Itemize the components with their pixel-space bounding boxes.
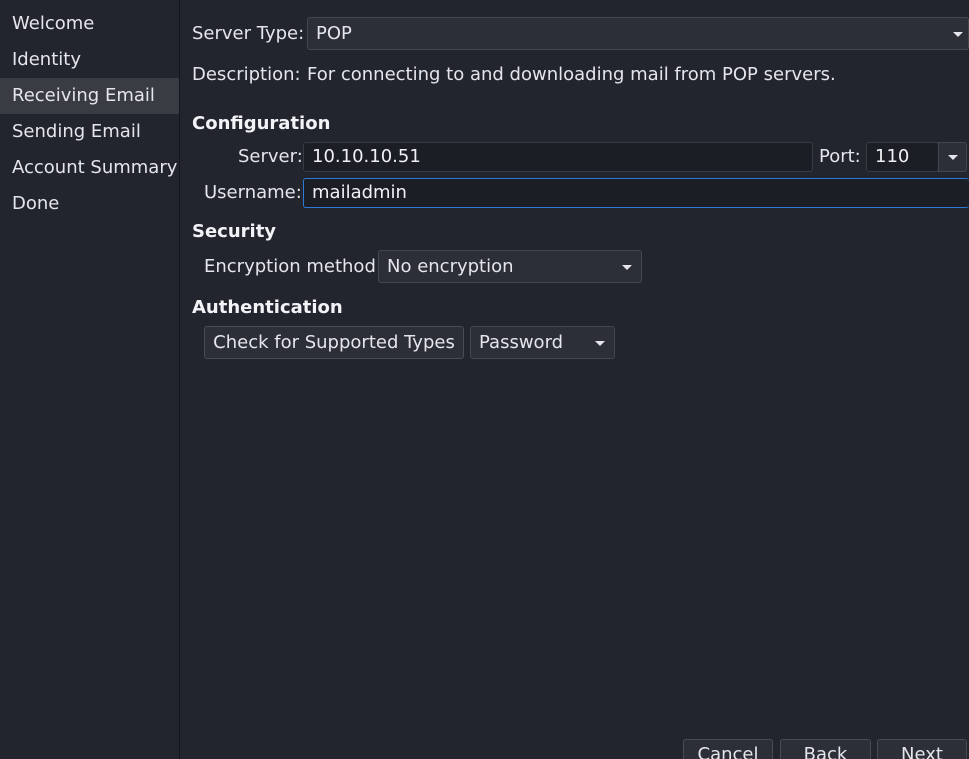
- wizard-sidebar: Welcome Identity Receiving Email Sending…: [0, 0, 180, 759]
- sidebar-item-account-summary[interactable]: Account Summary: [0, 150, 179, 186]
- cancel-button[interactable]: Cancel: [683, 739, 773, 759]
- server-value: 10.10.10.51: [312, 146, 421, 167]
- username-value: mailadmin: [312, 182, 407, 203]
- encryption-method-label: Encryption method:: [204, 256, 382, 277]
- username-input[interactable]: mailadmin: [303, 178, 969, 208]
- authentication-heading: Authentication: [192, 297, 343, 318]
- check-supported-types-button[interactable]: Check for Supported Types: [204, 326, 464, 359]
- receiving-email-page: Server Type: POP Description: For connec…: [180, 0, 969, 759]
- sidebar-item-sending-email[interactable]: Sending Email: [0, 114, 179, 150]
- chevron-down-icon: [948, 155, 958, 160]
- sidebar-item-label: Receiving Email: [12, 85, 155, 106]
- sidebar-item-receiving-email[interactable]: Receiving Email: [0, 78, 179, 114]
- username-label: Username:: [204, 182, 302, 203]
- security-heading: Security: [192, 221, 277, 242]
- chevron-down-icon: [595, 341, 605, 346]
- sidebar-item-label: Welcome: [12, 13, 95, 34]
- account-wizard-window: Welcome Identity Receiving Email Sending…: [0, 0, 969, 759]
- back-button[interactable]: Back: [780, 739, 871, 759]
- description-text: For connecting to and downloading mail f…: [307, 64, 836, 85]
- sidebar-item-label: Done: [12, 193, 60, 214]
- port-input[interactable]: 110: [866, 142, 939, 172]
- chevron-down-icon: [953, 32, 963, 37]
- sidebar-item-label: Sending Email: [12, 121, 141, 142]
- port-dropdown-button[interactable]: [938, 142, 967, 172]
- encryption-method-value: No encryption: [387, 256, 514, 277]
- chevron-down-icon: [622, 265, 632, 270]
- sidebar-item-label: Identity: [12, 49, 81, 70]
- port-label: Port:: [819, 146, 861, 167]
- server-type-select[interactable]: POP: [307, 17, 969, 50]
- sidebar-item-done[interactable]: Done: [0, 186, 179, 222]
- server-label: Server:: [238, 146, 303, 167]
- sidebar-item-welcome[interactable]: Welcome: [0, 6, 179, 42]
- sidebar-item-identity[interactable]: Identity: [0, 42, 179, 78]
- description-label: Description:: [192, 64, 301, 85]
- encryption-method-select[interactable]: No encryption: [378, 250, 642, 283]
- configuration-heading: Configuration: [192, 113, 331, 134]
- server-input[interactable]: 10.10.10.51: [303, 142, 813, 172]
- authentication-method-value: Password: [479, 332, 564, 353]
- next-button[interactable]: Next: [877, 739, 967, 759]
- sidebar-item-label: Account Summary: [12, 157, 178, 178]
- authentication-method-select[interactable]: Password: [470, 326, 615, 359]
- server-type-value: POP: [316, 23, 352, 44]
- server-type-label: Server Type:: [192, 23, 305, 44]
- port-value: 110: [875, 146, 910, 167]
